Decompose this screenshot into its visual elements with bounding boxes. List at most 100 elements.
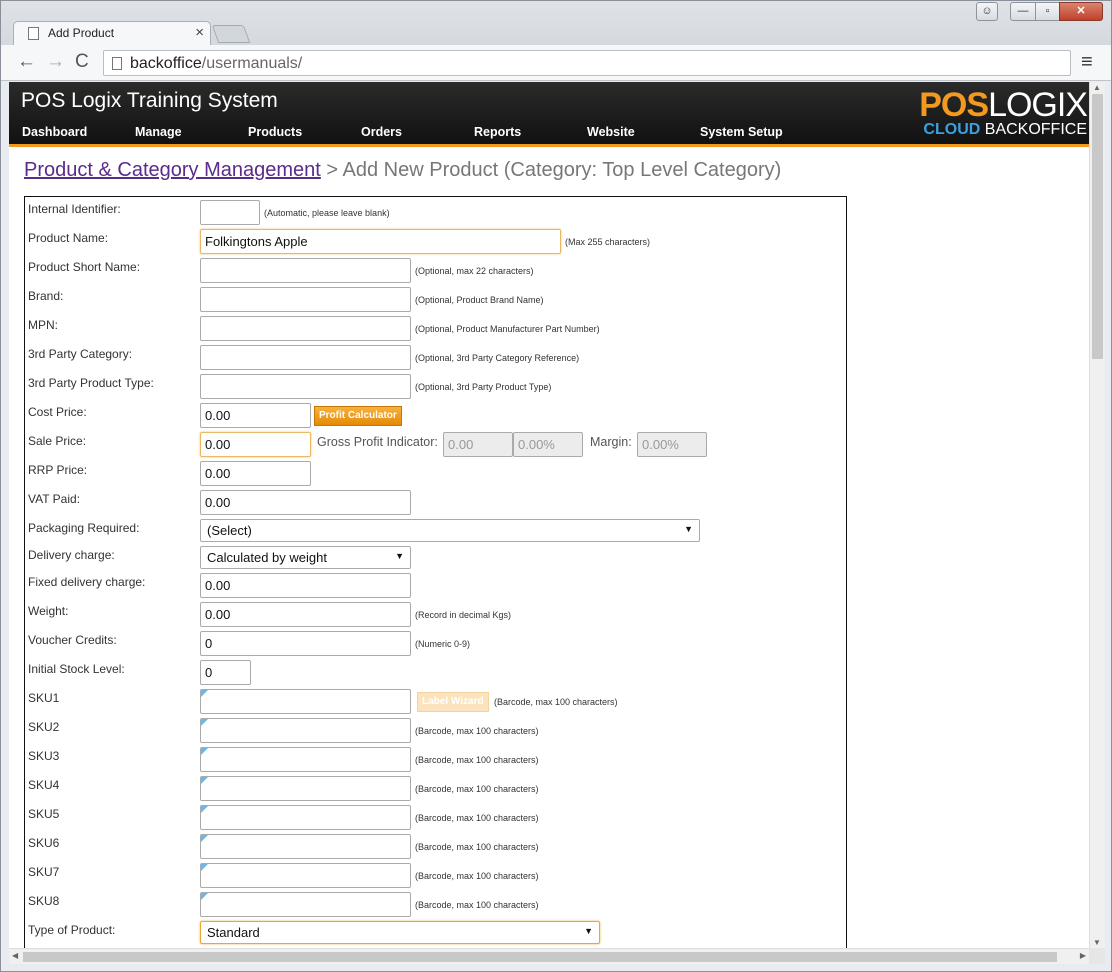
label-margin: Margin: xyxy=(590,435,632,449)
row-sku8: SKU8 (Barcode, max 100 characters) xyxy=(25,889,846,918)
reload-icon[interactable]: C xyxy=(75,51,89,73)
close-window-button[interactable]: ✕ xyxy=(1059,2,1103,21)
cost-price-input[interactable]: 0.00 xyxy=(200,403,311,428)
browser-tab[interactable]: Add Product × xyxy=(13,21,211,45)
nav-system-setup[interactable]: System Setup xyxy=(700,125,783,139)
caret-down-icon: ▼ xyxy=(395,551,404,561)
hint-third-party-type: (Optional, 3rd Party Product Type) xyxy=(415,382,552,392)
nav-reports[interactable]: Reports xyxy=(474,125,521,139)
row-brand: Brand: (Optional, Product Brand Name) xyxy=(25,284,846,313)
rrp-price-input[interactable]: 0.00 xyxy=(200,461,311,486)
label-internal-identifier: Internal Identifier: xyxy=(28,202,121,216)
horizontal-scroll-thumb[interactable] xyxy=(23,952,1057,962)
row-sku2: SKU2 (Barcode, max 100 characters) xyxy=(25,715,846,744)
horizontal-scrollbar[interactable]: ◀ ▶ xyxy=(9,948,1089,964)
packaging-select[interactable]: (Select) ▼ xyxy=(200,519,700,542)
delivery-charge-selected: Calculated by weight xyxy=(207,550,327,565)
short-name-input[interactable] xyxy=(200,258,411,283)
menu-icon[interactable]: ≡ xyxy=(1081,51,1093,74)
row-delivery-charge: Delivery charge: Calculated by weight ▼ xyxy=(25,543,846,572)
url-text[interactable]: backoffice/usermanuals/ xyxy=(130,55,302,73)
breadcrumb-link[interactable]: Product & Category Management xyxy=(24,159,321,181)
page-viewport: POS Logix Training System Dashboard Mana… xyxy=(9,82,1089,948)
hint-short-name: (Optional, max 22 characters) xyxy=(415,266,534,276)
address-bar[interactable]: backoffice/usermanuals/ xyxy=(103,50,1071,76)
nav-dashboard[interactable]: Dashboard xyxy=(22,125,87,139)
sku7-input[interactable] xyxy=(200,863,411,888)
minimize-button[interactable]: — xyxy=(1010,2,1036,21)
vertical-scrollbar[interactable]: ▲ ▼ xyxy=(1089,82,1105,948)
internal-identifier-input[interactable] xyxy=(200,200,260,225)
fixed-delivery-input[interactable]: 0.00 xyxy=(200,573,411,598)
label-mpn: MPN: xyxy=(28,318,58,332)
brand-input[interactable] xyxy=(200,287,411,312)
back-arrow-icon[interactable]: ← xyxy=(17,51,36,73)
scroll-right-icon[interactable]: ▶ xyxy=(1080,951,1086,960)
label-brand: Brand: xyxy=(28,289,64,303)
app-header: POS Logix Training System Dashboard Mana… xyxy=(9,82,1089,147)
poslogix-logo: POSLOGIX CLOUD BACKOFFICE xyxy=(917,86,1089,142)
tab-close-icon[interactable]: × xyxy=(195,24,204,41)
sku4-input[interactable] xyxy=(200,776,411,801)
nav-orders[interactable]: Orders xyxy=(361,125,402,139)
row-cost-price: Cost Price: 0.00 Profit Calculator xyxy=(25,400,846,429)
label-sku2: SKU2 xyxy=(28,720,60,734)
nav-products[interactable]: Products xyxy=(248,125,302,139)
hint-product-name: (Max 255 characters) xyxy=(565,237,651,247)
scroll-up-icon[interactable]: ▲ xyxy=(1093,83,1101,92)
nav-website[interactable]: Website xyxy=(587,125,635,139)
label-sku5: SKU5 xyxy=(28,807,60,821)
vat-paid-input[interactable]: 0.00 xyxy=(200,490,411,515)
logo-cloud: CLOUD xyxy=(923,121,981,138)
row-product-name: Product Name: Folkingtons Apple (Max 255… xyxy=(25,226,846,255)
scroll-left-icon[interactable]: ◀ xyxy=(12,951,18,960)
label-type-of-product: Type of Product: xyxy=(28,923,116,937)
sku8-input[interactable] xyxy=(200,892,411,917)
row-sku6: SKU6 (Barcode, max 100 characters) xyxy=(25,831,846,860)
profit-calculator-button[interactable]: Profit Calculator xyxy=(314,406,402,426)
third-party-category-input[interactable] xyxy=(200,345,411,370)
user-icon[interactable]: ☺ xyxy=(976,2,998,21)
tab-title: Add Product xyxy=(48,26,115,40)
hint-sku6: (Barcode, max 100 characters) xyxy=(415,842,539,852)
row-third-party-type: 3rd Party Product Type: (Optional, 3rd P… xyxy=(25,371,846,400)
forward-arrow-icon[interactable]: → xyxy=(46,51,65,73)
label-sale-price: Sale Price: xyxy=(28,434,87,448)
sku3-input[interactable] xyxy=(200,747,411,772)
nav-manage[interactable]: Manage xyxy=(135,125,182,139)
row-initial-stock: Initial Stock Level: 0 xyxy=(25,657,846,686)
sku1-input[interactable] xyxy=(200,689,411,714)
weight-input[interactable]: 0.00 xyxy=(200,602,411,627)
row-sku4: SKU4 (Barcode, max 100 characters) xyxy=(25,773,846,802)
scroll-down-icon[interactable]: ▼ xyxy=(1093,938,1101,947)
hint-internal-identifier: (Automatic, please leave blank) xyxy=(264,208,390,218)
margin-value: 0.00% xyxy=(637,432,707,457)
maximize-button[interactable]: ▫ xyxy=(1035,2,1060,21)
initial-stock-input[interactable]: 0 xyxy=(200,660,251,685)
row-sku7: SKU7 (Barcode, max 100 characters) xyxy=(25,860,846,889)
sku6-input[interactable] xyxy=(200,834,411,859)
delivery-charge-select[interactable]: Calculated by weight ▼ xyxy=(200,546,411,569)
caret-down-icon: ▼ xyxy=(584,926,593,936)
vertical-scroll-thumb[interactable] xyxy=(1092,94,1103,359)
sku2-input[interactable] xyxy=(200,718,411,743)
row-weight: Weight: 0.00 (Record in decimal Kgs) xyxy=(25,599,846,628)
add-product-form: Internal Identifier: (Automatic, please … xyxy=(24,196,847,948)
third-party-type-input[interactable] xyxy=(200,374,411,399)
sku5-input[interactable] xyxy=(200,805,411,830)
type-of-product-select[interactable]: Standard ▼ xyxy=(200,921,600,944)
label-initial-stock: Initial Stock Level: xyxy=(28,662,125,676)
hint-mpn: (Optional, Product Manufacturer Part Num… xyxy=(415,324,600,334)
label-vat-paid: VAT Paid: xyxy=(28,492,81,506)
hint-voucher-credits: (Numeric 0-9) xyxy=(415,639,471,649)
label-sku4: SKU4 xyxy=(28,778,60,792)
label-wizard-button[interactable]: Label Wizard xyxy=(417,692,489,712)
mpn-input[interactable] xyxy=(200,316,411,341)
sale-price-input[interactable]: 0.00 xyxy=(200,432,311,457)
voucher-credits-input[interactable]: 0 xyxy=(200,631,411,656)
product-name-input[interactable]: Folkingtons Apple xyxy=(200,229,561,254)
new-tab-button[interactable] xyxy=(211,25,251,43)
hint-sku5: (Barcode, max 100 characters) xyxy=(415,813,539,823)
gross-profit-value: 0.00 xyxy=(443,432,513,457)
hint-third-party-category: (Optional, 3rd Party Category Reference) xyxy=(415,353,580,363)
